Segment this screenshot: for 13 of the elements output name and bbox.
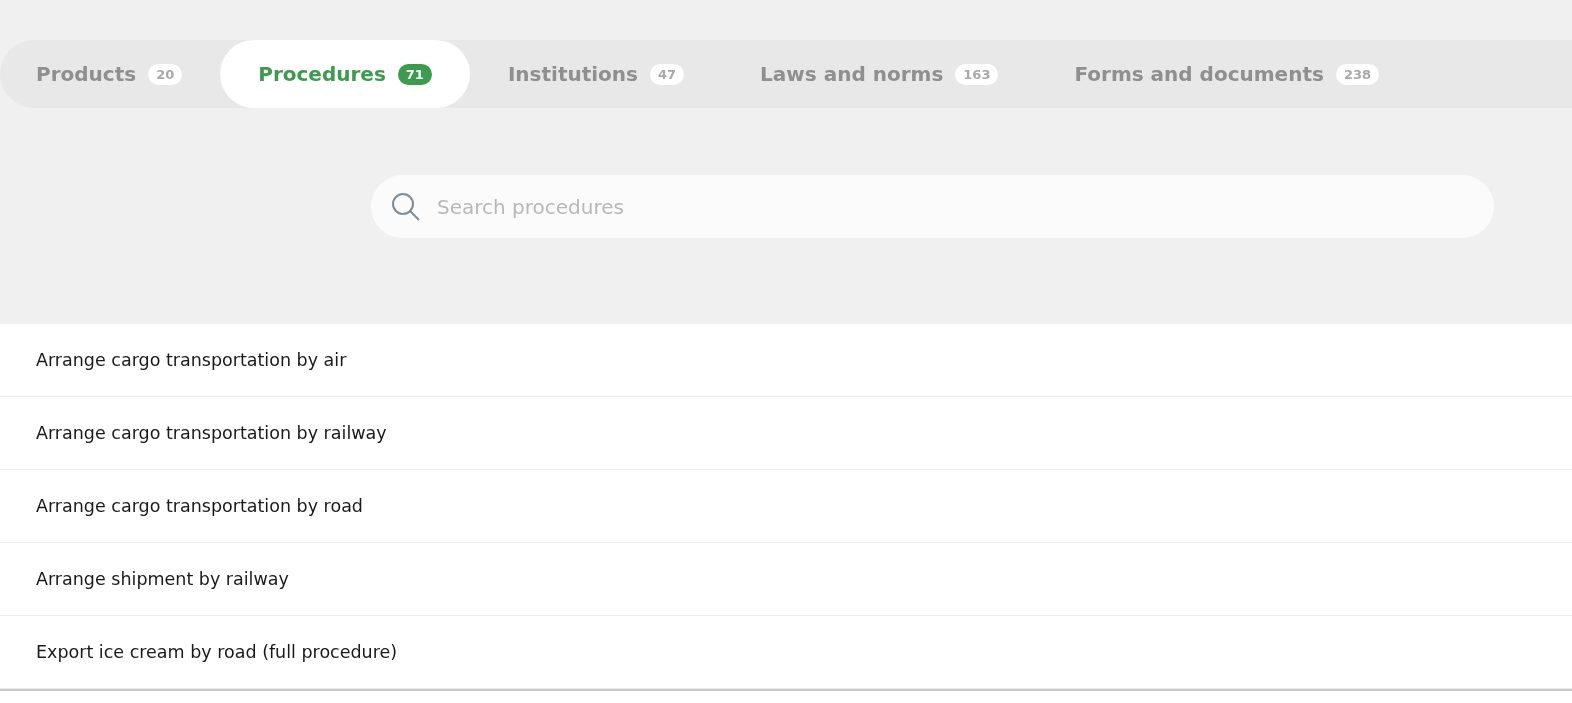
count-badge: 238 (1335, 63, 1379, 85)
procedure-link[interactable]: Arrange shipment by railway (0, 543, 1572, 616)
search-icon (391, 192, 421, 222)
count-badge: 163 (955, 63, 999, 85)
procedure-link[interactable]: Arrange cargo transportation by railway (0, 397, 1572, 470)
tab[interactable]: Procedures 71 (220, 40, 470, 108)
search-field[interactable]: Search procedures (371, 175, 1494, 238)
count-badge: 71 (397, 63, 432, 85)
count-badge: 47 (650, 63, 685, 85)
procedure-link[interactable]: Arrange cargo transportation by air (0, 324, 1572, 397)
count-badge: 20 (148, 63, 183, 85)
procedure-link[interactable]: Export ice cream by road (full procedure) (0, 616, 1572, 689)
procedure-link[interactable]: Arrange cargo transportation by road (0, 470, 1572, 543)
